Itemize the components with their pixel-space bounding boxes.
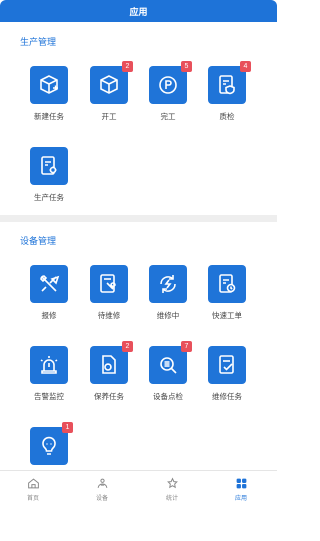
app-repair-task[interactable]: 维修任务 <box>200 346 254 416</box>
page-header: 应用 <box>0 0 277 22</box>
app-pending-repair[interactable]: 待维修 <box>82 265 136 335</box>
equipment-icon <box>97 478 107 488</box>
page-title: 应用 <box>129 6 148 17</box>
tile-label: 开工 <box>101 112 117 121</box>
document-cycle-icon <box>102 355 116 374</box>
app-complete[interactable]: 5 完工 <box>141 61 195 136</box>
section-title-production: 生产管理 <box>20 37 57 47</box>
tile-label: 快速工单 <box>212 311 242 320</box>
document-clock-icon <box>219 274 236 293</box>
badge: 2 <box>122 61 133 72</box>
document-wrench-icon <box>100 274 116 293</box>
tile-label: 保养任务 <box>94 392 124 401</box>
bottom-tab-bar: 首页 设备 统计 应用 <box>0 470 277 514</box>
alarm-light-icon <box>40 356 58 374</box>
badge: 4 <box>240 61 251 72</box>
tools-icon <box>40 275 60 292</box>
badge: 7 <box>181 341 192 352</box>
home-icon <box>27 478 39 489</box>
tile-label: 告警监控 <box>34 392 64 401</box>
box-plus-icon <box>40 75 58 94</box>
tile-label: 新建任务 <box>34 112 64 121</box>
tab-label: 首页 <box>26 496 39 502</box>
section-divider <box>0 215 277 222</box>
tile-label: 维修任务 <box>212 392 242 401</box>
app-quality-check[interactable]: 4 质检 <box>200 61 254 136</box>
pending-repair-icon-box <box>90 265 128 303</box>
document-shield-icon <box>219 75 235 95</box>
tile-label: 维修中 <box>156 311 180 320</box>
coin-icon <box>159 76 177 94</box>
tab-home[interactable]: 首页 <box>13 477 53 507</box>
tab-apps[interactable]: 应用 <box>221 477 261 507</box>
search-device-icon <box>160 357 177 374</box>
repair-task-icon-box <box>208 346 246 384</box>
production-task-icon-box <box>30 147 68 185</box>
tile-label: 生产任务 <box>34 193 64 202</box>
badge: 2 <box>122 341 133 352</box>
badge: 5 <box>181 61 192 72</box>
app-repairing[interactable]: 维修中 <box>141 265 195 335</box>
tile-label: 待维修 <box>97 311 121 320</box>
app-start-work[interactable]: 2 开工 <box>82 61 136 136</box>
app-production-task[interactable]: 生产任务 <box>22 147 76 217</box>
app-report-repair[interactable]: 报修 <box>22 265 76 335</box>
tab-stats[interactable]: 统计 <box>152 477 192 507</box>
report-repair-icon-box <box>30 265 68 303</box>
document-check-icon <box>219 355 234 374</box>
bottom-safe-area <box>0 514 277 541</box>
tab-equipment[interactable]: 设备 <box>82 477 122 507</box>
alarm-monitor-icon-box <box>30 346 68 384</box>
tab-label: 设备 <box>95 496 108 502</box>
lightbulb-icon <box>42 436 56 455</box>
app-equipment-inspection[interactable]: 7 设备点检 <box>141 341 195 416</box>
quick-order-icon-box <box>208 265 246 303</box>
tile-label: 完工 <box>160 112 176 121</box>
app-maintenance-task[interactable]: 2 保养任务 <box>82 341 136 416</box>
badge: 1 <box>62 422 73 433</box>
tile-label: 质检 <box>219 112 235 121</box>
app-quick-order[interactable]: 快速工单 <box>200 265 254 335</box>
app-alarm-monitor[interactable]: 告警监控 <box>22 346 76 416</box>
document-gear-icon <box>41 156 57 175</box>
app-new-task[interactable]: 新建任务 <box>22 66 76 136</box>
apps-icon <box>236 478 246 489</box>
tab-label: 应用 <box>234 496 247 502</box>
repairing-icon-box <box>149 265 187 303</box>
refresh-bolt-icon <box>160 275 176 293</box>
section-title-equipment: 设备管理 <box>20 236 57 246</box>
box-arrow-icon <box>100 75 118 94</box>
new-task-icon-box <box>30 66 68 104</box>
tile-label: 报修 <box>41 311 57 320</box>
tile-label: 设备点检 <box>153 392 183 401</box>
tab-label: 统计 <box>165 496 178 502</box>
stats-icon <box>166 477 178 489</box>
